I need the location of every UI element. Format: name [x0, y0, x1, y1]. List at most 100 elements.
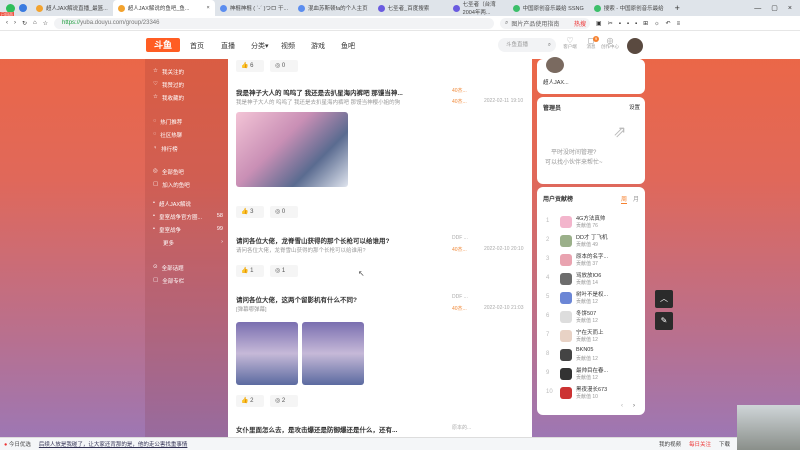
rank-item[interactable]: 3 原本的名字... 贡献值 37: [542, 251, 642, 271]
creator-button[interactable]: ◎ 创作中心: [600, 37, 620, 50]
post-image[interactable]: [236, 112, 348, 187]
back-icon[interactable]: ‹: [6, 20, 8, 26]
like-button[interactable]: 👍 6: [236, 60, 264, 72]
post-image[interactable]: [236, 322, 298, 385]
sidebar-item-all-groups[interactable]: ◎ 全部鱼吧: [153, 168, 223, 176]
user-avatar[interactable]: [560, 273, 572, 285]
like-button[interactable]: 👍 2: [236, 395, 264, 407]
rank-user-name[interactable]: 原本的名字...: [576, 252, 608, 260]
sidebar-item-joined[interactable]: ▢ 加入的鱼吧: [153, 181, 223, 189]
like-button[interactable]: 👍 3: [236, 206, 264, 218]
rank-user-name[interactable]: DD才 丁飞机: [576, 233, 607, 241]
sidebar-item-liked[interactable]: ♡ 我赞过的: [153, 81, 223, 89]
nav-category[interactable]: 分类▾: [251, 41, 269, 51]
sidebar-group[interactable]: • 皇室战争官方圈... 58: [153, 213, 223, 221]
back-tab-icon[interactable]: [19, 4, 27, 12]
user-avatar[interactable]: [560, 330, 572, 342]
post-author[interactable]: 原本的...: [452, 424, 471, 431]
bookmark-star-icon[interactable]: ☆: [43, 20, 48, 27]
tab-week[interactable]: 周: [621, 194, 628, 204]
post-title[interactable]: 女仆里面怎么去，是攻击爆还是防御爆还是什么，还有...: [236, 424, 397, 434]
rank-item[interactable]: 4 骂放放IO6 贡献值 14: [542, 270, 642, 290]
post-image[interactable]: [302, 322, 364, 385]
owner-avatar[interactable]: [546, 57, 564, 73]
sidebar-more[interactable]: 更多 ›: [163, 239, 223, 247]
sidebar-item-ranking[interactable]: ♀ 排行榜: [153, 145, 223, 153]
download-button[interactable]: 下载: [719, 440, 730, 448]
tab-active[interactable]: 超人JAX解说的鱼吧_鱼... ×: [112, 0, 215, 16]
like-button[interactable]: 👍 1: [236, 265, 264, 277]
sidebar-item-topics[interactable]: ⊙ 全部话题: [153, 264, 223, 272]
minimize-icon[interactable]: —: [754, 5, 761, 12]
user-avatar[interactable]: [560, 235, 572, 247]
client-button[interactable]: ♡ 客户端: [560, 37, 580, 50]
url-input[interactable]: https://yuba.douyu.com/group/23346: [54, 17, 495, 29]
forward-icon[interactable]: ›: [14, 20, 16, 26]
news-ticker[interactable]: 后续人放是我碰了，让大家还背那的是，他的走公害找重事情: [39, 440, 188, 448]
sidebar-item-followed[interactable]: ☆ 我关注的: [153, 68, 223, 76]
tab[interactable]: 中国原创音乐最给 SSNG: [508, 0, 589, 16]
tab[interactable]: 搜索 - 中国原创音乐最给: [589, 0, 669, 16]
tab[interactable]: 超人JAX解说直播_最篮...: [31, 0, 113, 16]
extension-icons[interactable]: ▣✂▪▪▪⊞☼↶≡: [596, 20, 686, 27]
rank-user-name[interactable]: BKN05: [576, 347, 593, 353]
comment-button[interactable]: ◎ 2: [270, 395, 298, 407]
user-avatar[interactable]: [560, 216, 572, 228]
message-button[interactable]: ◻ 消息 9: [581, 36, 601, 50]
rank-user-name[interactable]: 宁在天而上: [576, 328, 604, 336]
rank-item[interactable]: 10 黑夜漫长673 贡献值 10: [542, 384, 642, 404]
tab[interactable]: 神棍神棍 ( `-´ )つロ 干...: [215, 0, 293, 16]
daily-follow[interactable]: 每日关注: [689, 440, 711, 448]
user-avatar[interactable]: [560, 387, 572, 399]
tab[interactable]: 七圣者_百度搜索: [373, 0, 448, 16]
post-title[interactable]: 我是神子大人的 呜呜了 我还是去扒星海内裤吧 那馒当神...: [236, 87, 403, 97]
today-pick[interactable]: ● 今日优选: [4, 440, 31, 448]
admin-setting-link[interactable]: 设置: [629, 103, 640, 111]
sidebar-group[interactable]: • 超人JAX解说: [153, 200, 223, 208]
post-author[interactable]: DDF ...: [452, 235, 468, 241]
user-avatar[interactable]: [627, 38, 643, 54]
tab[interactable]: 七圣者（台湾2004年两...: [448, 0, 508, 16]
rank-user-name[interactable]: 4G方法真帅: [576, 214, 605, 222]
post-author[interactable]: DDF ...: [452, 294, 468, 300]
rank-user-name[interactable]: 最帅目在春...: [576, 366, 608, 374]
rank-item[interactable]: 1 4G方法真帅 贡献值 76: [542, 213, 642, 233]
new-tab-icon[interactable]: +: [675, 3, 680, 13]
user-avatar[interactable]: [560, 349, 572, 361]
rank-item[interactable]: 6 冬饼507 贡献值 12: [542, 308, 642, 328]
user-avatar[interactable]: [560, 311, 572, 323]
next-page-icon[interactable]: ›: [633, 403, 635, 409]
comment-button[interactable]: ◎ 0: [270, 60, 298, 72]
browser-search-input[interactable]: ⌕ 图片产品使用指南 热搜: [500, 17, 591, 29]
close-icon[interactable]: ×: [206, 5, 209, 11]
tab-month[interactable]: 月: [633, 194, 639, 203]
nav-live[interactable]: 直播: [221, 41, 235, 51]
rank-user-name[interactable]: 树叶不是权...: [576, 290, 608, 298]
sidebar-item-columns[interactable]: ▢ 全部专栏: [153, 277, 223, 285]
rank-user-name[interactable]: 骂放放IO6: [576, 271, 601, 279]
my-video[interactable]: 我的视频: [659, 440, 681, 448]
home-icon[interactable]: ⌂: [33, 20, 37, 26]
window-close-icon[interactable]: ×: [788, 5, 792, 12]
rank-user-name[interactable]: 黑夜漫长673: [576, 385, 607, 393]
nav-game[interactable]: 游戏: [311, 41, 325, 51]
tab[interactable]: 混血苏斯顿fa的个人主页: [293, 0, 373, 16]
rank-item[interactable]: 8 BKN05 贡献值 12: [542, 346, 642, 366]
site-search-input[interactable]: 斗鱼直播 ⌕: [498, 38, 556, 52]
post-author[interactable]: 40杰...: [452, 87, 467, 94]
nav-yuba[interactable]: 鱼吧: [341, 41, 355, 51]
owner-name[interactable]: 超人JAX...: [543, 78, 569, 86]
search-icon[interactable]: ⌕: [548, 38, 551, 52]
sidebar-item-collected[interactable]: ☆ 我收藏的: [153, 94, 223, 102]
sidebar-group[interactable]: • 皇室战争 99: [153, 226, 223, 234]
rank-item[interactable]: 2 DD才 丁飞机 贡献值 49: [542, 232, 642, 252]
user-avatar[interactable]: [560, 254, 572, 266]
sidebar-item-community[interactable]: ◌ 社区热聊: [153, 131, 223, 139]
nav-home[interactable]: 首页: [190, 41, 204, 51]
user-avatar[interactable]: [560, 368, 572, 380]
sidebar-item-hot[interactable]: ◌ 热门推荐: [153, 118, 223, 126]
reload-icon[interactable]: ↻: [22, 20, 27, 27]
rank-user-name[interactable]: 冬饼507: [576, 309, 596, 317]
rank-item[interactable]: 7 宁在天而上 贡献值 12: [542, 327, 642, 347]
post-title[interactable]: 请问各位大佬，龙脊雪山获得的那个长枪可以给谁用?: [236, 235, 389, 245]
